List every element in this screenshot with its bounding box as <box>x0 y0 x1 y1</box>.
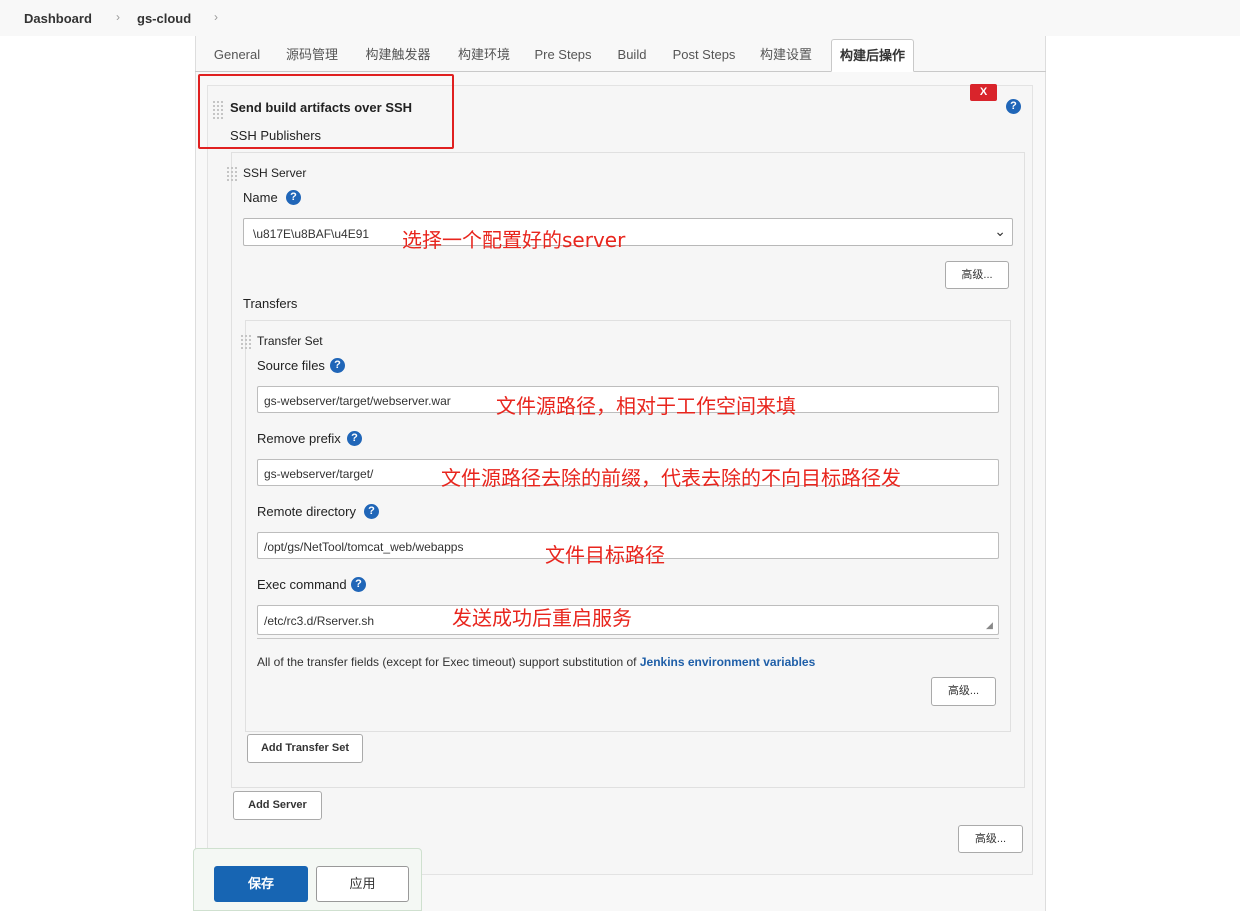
help-icon[interactable]: ? <box>330 358 345 373</box>
ssh-server-name-select[interactable]: \u817E\u8BAF\u4E91 ⌄ <box>243 218 1013 246</box>
annotation-remote: 文件目标路径 <box>545 543 665 567</box>
breadcrumb-gs-cloud[interactable]: gs-cloud <box>137 11 191 26</box>
tab-post-build[interactable]: 构建后操作 <box>831 39 914 72</box>
breadcrumb-separator-icon: › <box>116 10 120 24</box>
env-variables-link[interactable]: Jenkins environment variables <box>640 655 815 669</box>
remote-directory-value: /opt/gs/NetTool/tomcat_web/webapps <box>264 540 464 554</box>
help-icon[interactable]: ? <box>286 190 301 205</box>
transfer-set-label: Transfer Set <box>257 334 323 348</box>
resize-grip-icon[interactable]: ◢ <box>986 620 993 631</box>
ssh-server-name-value: \u817E\u8BAF\u4E91 <box>253 227 370 241</box>
annotation-prefix: 文件源路径去除的前缀，代表去除的不向目标路径发 <box>441 466 901 490</box>
remote-directory-label: Remote directory <box>257 504 356 519</box>
env-note-text: All of the transfer fields (except for E… <box>257 655 640 669</box>
ssh-server-section-label: SSH Server <box>243 166 307 180</box>
source-files-label: Source files <box>257 358 325 373</box>
add-transfer-set-button[interactable]: Add Transfer Set <box>247 734 363 763</box>
breadcrumb-dashboard[interactable]: Dashboard <box>24 11 92 26</box>
server-advanced-button[interactable]: 高级... <box>945 261 1009 289</box>
env-variables-note: All of the transfer fields (except for E… <box>257 655 815 669</box>
help-icon[interactable]: ? <box>347 431 362 446</box>
apply-button[interactable]: 应用 <box>316 866 409 902</box>
tab-pre-steps[interactable]: Pre Steps <box>529 39 597 72</box>
help-icon[interactable]: ? <box>364 504 379 519</box>
remove-prefix-value: gs-webserver/target/ <box>264 467 374 481</box>
delete-step-button[interactable]: X <box>970 84 997 101</box>
drag-handle-icon[interactable] <box>227 167 237 183</box>
tab-build[interactable]: Build <box>607 39 657 72</box>
annotation-server: 选择一个配置好的server <box>402 228 626 252</box>
step-advanced-button[interactable]: 高级... <box>958 825 1023 853</box>
drag-handle-icon[interactable] <box>241 335 251 351</box>
textarea-expander[interactable] <box>257 636 999 639</box>
tab-post-steps[interactable]: Post Steps <box>667 39 741 72</box>
breadcrumb-separator-icon: › <box>214 10 218 24</box>
source-files-value: gs-webserver/target/webserver.war <box>264 394 451 408</box>
highlight-box <box>198 74 454 149</box>
tab-build-env[interactable]: 构建环境 <box>449 39 519 72</box>
help-icon[interactable]: ? <box>351 577 366 592</box>
save-button[interactable]: 保存 <box>214 866 308 902</box>
tab-scm[interactable]: 源码管理 <box>277 39 347 72</box>
transfer-set-panel <box>245 320 1011 732</box>
annotation-exec: 发送成功后重启服务 <box>452 606 632 630</box>
remove-prefix-label: Remove prefix <box>257 431 341 446</box>
help-icon[interactable]: ? <box>1006 99 1021 114</box>
breadcrumb: Dashboard › gs-cloud › <box>0 0 1240 36</box>
transfer-advanced-button[interactable]: 高级... <box>931 677 996 706</box>
exec-command-label: Exec command <box>257 577 347 592</box>
annotation-source: 文件源路径，相对于工作空间来填 <box>496 394 796 418</box>
chevron-down-icon: ⌄ <box>994 223 1006 239</box>
name-label: Name <box>243 190 278 205</box>
tab-general[interactable]: General <box>205 39 269 72</box>
add-server-button[interactable]: Add Server <box>233 791 322 820</box>
transfers-label: Transfers <box>243 296 298 311</box>
tab-triggers[interactable]: 构建触发器 <box>357 39 439 72</box>
exec-command-value: /etc/rc3.d/Rserver.sh <box>264 614 375 628</box>
config-tabbar: General 源码管理 构建触发器 构建环境 Pre Steps Build … <box>195 36 1046 72</box>
tab-build-settings[interactable]: 构建设置 <box>751 39 821 72</box>
